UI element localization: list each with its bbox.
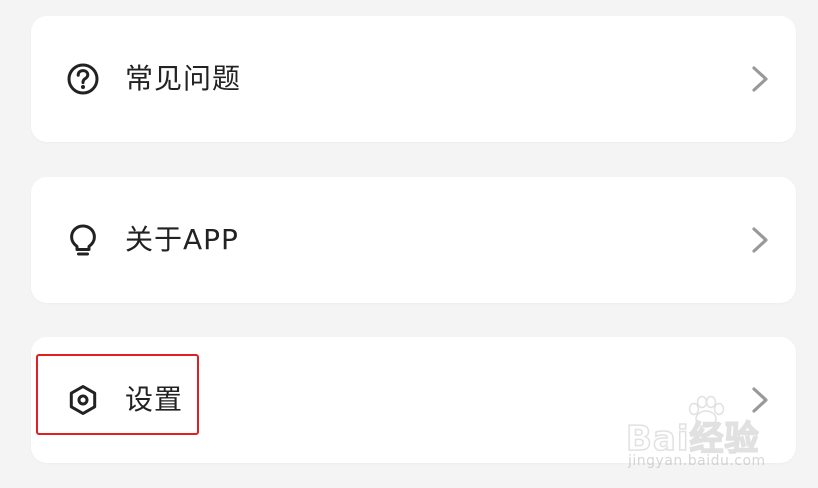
menu-item-faq[interactable]: 常见问题 <box>31 16 796 142</box>
chevron-right-icon <box>749 64 771 94</box>
help-circle-icon <box>66 62 100 96</box>
chevron-right-icon <box>749 225 771 255</box>
lightbulb-icon <box>66 223 100 257</box>
menu-item-label: 关于APP <box>125 223 239 256</box>
chevron-right-icon <box>749 385 771 415</box>
menu-item-about[interactable]: 关于APP <box>31 177 796 303</box>
menu-item-label: 常见问题 <box>125 62 242 95</box>
highlight-annotation-box <box>36 354 199 435</box>
